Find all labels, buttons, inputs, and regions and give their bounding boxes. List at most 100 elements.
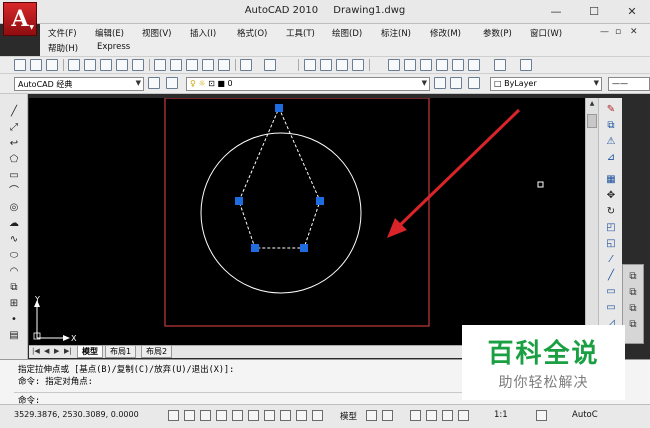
menu-insert[interactable]: 插入(I) bbox=[190, 27, 216, 39]
markup-icon[interactable] bbox=[452, 59, 464, 71]
showmotion-icon[interactable] bbox=[458, 410, 469, 421]
menu-modify[interactable]: 修改(M) bbox=[430, 27, 461, 39]
maximize-button[interactable]: ☐ bbox=[583, 2, 605, 20]
break-icon[interactable]: ▭ bbox=[605, 286, 617, 298]
next-tab-icon[interactable]: ▶ bbox=[54, 347, 59, 355]
publish-icon[interactable] bbox=[100, 59, 112, 71]
plot-icon[interactable] bbox=[68, 59, 80, 71]
object-snap-tracking-icon[interactable] bbox=[264, 410, 275, 421]
circle-entity[interactable] bbox=[200, 132, 362, 294]
bring-to-front-icon[interactable]: ⧉ bbox=[627, 271, 639, 283]
copy-icon[interactable] bbox=[170, 59, 182, 71]
menu-format[interactable]: 格式(O) bbox=[237, 27, 267, 39]
cut-icon[interactable] bbox=[154, 59, 166, 71]
model-space-toggle[interactable]: 模型 bbox=[340, 410, 357, 422]
layer-select[interactable]: ♀ ☼ ⊡ ■ 0 ▼ bbox=[186, 77, 430, 91]
drawing-area[interactable]: Y X bbox=[29, 98, 585, 345]
3d-dwf-icon[interactable] bbox=[116, 59, 128, 71]
polygon-icon[interactable]: ⬠ bbox=[8, 154, 20, 166]
layer-previous-icon[interactable] bbox=[450, 77, 462, 89]
sheet-set-icon[interactable] bbox=[132, 59, 144, 71]
rectangle-icon[interactable]: ▭ bbox=[8, 170, 20, 182]
grip-bottom-right[interactable] bbox=[300, 244, 308, 252]
paste-icon[interactable] bbox=[186, 59, 198, 71]
application-menu-button[interactable]: A ▼ bbox=[3, 2, 37, 36]
scale-icon[interactable]: ◰ bbox=[605, 222, 617, 234]
erase-icon[interactable]: ✎ bbox=[605, 104, 617, 116]
menu-edit[interactable]: 编辑(E) bbox=[95, 27, 124, 39]
prev-tab-icon[interactable]: ◀ bbox=[44, 347, 49, 355]
annotation-scale[interactable]: 1:1 bbox=[494, 410, 508, 420]
command-input[interactable]: 命令: bbox=[14, 392, 464, 406]
make-block-icon[interactable]: ⊞ bbox=[8, 298, 20, 310]
polyline-icon[interactable]: ↩ bbox=[8, 138, 20, 150]
doc-minimize-button[interactable]: — bbox=[600, 27, 609, 37]
ortho-mode-icon[interactable] bbox=[216, 410, 227, 421]
circle-icon[interactable]: ◎ bbox=[8, 202, 20, 214]
new-icon[interactable] bbox=[14, 59, 26, 71]
pentagon-entity[interactable] bbox=[238, 106, 321, 249]
color-select[interactable]: □ ByLayer ▼ bbox=[490, 77, 602, 91]
menu-express[interactable]: Express bbox=[97, 42, 130, 52]
first-tab-icon[interactable]: |◀ bbox=[32, 347, 40, 355]
last-tab-icon[interactable]: ▶| bbox=[64, 347, 72, 355]
mirror-icon[interactable]: ⚠ bbox=[605, 136, 617, 148]
polar-tracking-icon[interactable] bbox=[232, 410, 243, 421]
menu-view[interactable]: 视图(V) bbox=[142, 27, 171, 39]
array-icon[interactable]: ▦ bbox=[605, 174, 617, 186]
help-icon[interactable] bbox=[494, 59, 506, 71]
hatch-icon[interactable]: ▤ bbox=[8, 330, 20, 342]
pan-icon[interactable] bbox=[304, 59, 316, 71]
spline-icon[interactable]: ∿ bbox=[8, 234, 20, 246]
sheet-set-manager-icon[interactable] bbox=[436, 59, 448, 71]
match-properties-icon[interactable] bbox=[202, 59, 214, 71]
grid-display-icon[interactable] bbox=[200, 410, 211, 421]
pan-status-icon[interactable] bbox=[410, 410, 421, 421]
make-current-layer-icon[interactable] bbox=[434, 77, 446, 89]
snap-mode-icon[interactable] bbox=[184, 410, 195, 421]
move-icon[interactable]: ✥ bbox=[605, 190, 617, 202]
quick-view-layouts-icon[interactable] bbox=[366, 410, 377, 421]
redo-icon[interactable] bbox=[264, 59, 276, 71]
annotation-visibility-icon[interactable] bbox=[536, 410, 547, 421]
line-icon[interactable]: ╱ bbox=[8, 106, 20, 118]
quick-view-drawings-icon[interactable] bbox=[382, 410, 393, 421]
doc-restore-button[interactable]: ▫ bbox=[615, 27, 621, 37]
stretch-icon[interactable]: ◱ bbox=[605, 238, 617, 250]
menu-help[interactable]: 帮助(H) bbox=[48, 42, 78, 54]
tool-palettes-icon[interactable] bbox=[420, 59, 432, 71]
arc-icon[interactable]: ⌒ bbox=[8, 186, 20, 198]
dynamic-input-icon[interactable] bbox=[296, 410, 307, 421]
grip-right[interactable] bbox=[316, 197, 324, 205]
insert-block-icon[interactable]: ⧉ bbox=[8, 282, 20, 294]
extend-icon[interactable]: ╱ bbox=[605, 270, 617, 282]
zoom-window-icon[interactable] bbox=[336, 59, 348, 71]
object-snap-icon[interactable] bbox=[248, 410, 259, 421]
send-to-back-icon[interactable]: ⧉ bbox=[627, 287, 639, 299]
copy-object-icon[interactable]: ⧉ bbox=[605, 120, 617, 132]
properties-icon[interactable] bbox=[388, 59, 400, 71]
undo-icon[interactable] bbox=[240, 59, 252, 71]
scroll-thumb[interactable] bbox=[587, 114, 597, 128]
minimize-button[interactable]: — bbox=[545, 2, 567, 20]
zoom-realtime-icon[interactable] bbox=[320, 59, 332, 71]
lineweight-icon[interactable] bbox=[312, 410, 323, 421]
workspace-select[interactable]: AutoCAD 经典 ▼ bbox=[14, 77, 144, 91]
menu-file[interactable]: 文件(F) bbox=[48, 27, 77, 39]
steering-wheel-icon[interactable] bbox=[442, 410, 453, 421]
layer-properties-icon[interactable] bbox=[166, 77, 178, 89]
text-style-icon[interactable] bbox=[520, 59, 532, 71]
save-icon[interactable] bbox=[46, 59, 58, 71]
revision-cloud-icon[interactable]: ☁ bbox=[8, 218, 20, 230]
grip-left[interactable] bbox=[235, 197, 243, 205]
grip-bottom-left[interactable] bbox=[251, 244, 259, 252]
dynamic-ucs-icon[interactable] bbox=[280, 410, 291, 421]
plot-preview-icon[interactable] bbox=[84, 59, 96, 71]
coordinate-readout[interactable]: 3529.3876, 2530.3089, 0.0000 bbox=[14, 410, 139, 419]
trim-icon[interactable]: ⁄ bbox=[605, 254, 617, 266]
block-editor-icon[interactable] bbox=[218, 59, 230, 71]
construction-line-icon[interactable]: ⤢ bbox=[8, 122, 20, 134]
scroll-up-icon[interactable]: ▲ bbox=[587, 100, 597, 110]
layer-states-icon[interactable] bbox=[468, 77, 480, 89]
doc-close-button[interactable]: ✕ bbox=[630, 27, 638, 37]
